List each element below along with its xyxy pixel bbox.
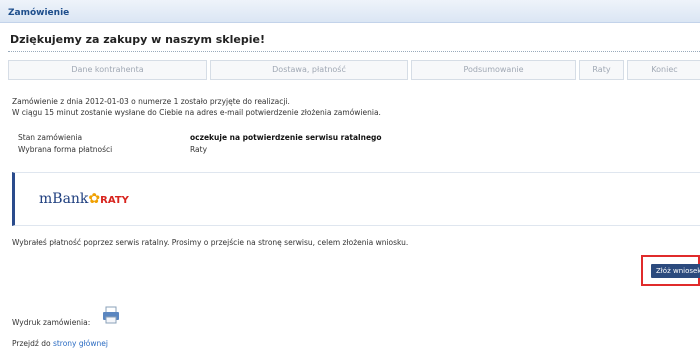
step-raty[interactable]: Raty bbox=[579, 60, 624, 80]
page-title: Dziękujemy za zakupy w naszym sklepie! bbox=[10, 33, 265, 46]
submit-highlight: Złóż wniosek bbox=[641, 255, 700, 286]
bank-panel: mBank✿RATY bbox=[12, 172, 700, 226]
installment-info: Wybrałeś płatność poprzez serwis ratalny… bbox=[12, 238, 409, 247]
status-label: Stan zamówienia bbox=[18, 133, 83, 142]
window-title: Zamówienie bbox=[8, 8, 70, 18]
mbank-raty-logo: mBank✿RATY bbox=[39, 191, 129, 207]
payment-value: Raty bbox=[190, 145, 208, 154]
divider bbox=[8, 51, 700, 52]
step-dane-kontrahenta[interactable]: Dane kontrahenta bbox=[8, 60, 207, 80]
print-label: Wydruk zamówienia: bbox=[12, 318, 91, 327]
confirmation-line-1: Zamówienie z dnia 2012-01-03 o numerze 1… bbox=[12, 97, 290, 106]
step-dostawa-platnosc[interactable]: Dostawa, płatność bbox=[210, 60, 408, 80]
printer-icon[interactable] bbox=[102, 306, 120, 324]
goto-prefix: Przejdź do bbox=[12, 339, 51, 348]
status-value: oczekuje na potwierdzenie serwisu rataln… bbox=[190, 133, 382, 142]
step-podsumowanie[interactable]: Podsumowanie bbox=[411, 60, 576, 80]
checkout-steps: Dane kontrahenta Dostawa, płatność Podsu… bbox=[8, 60, 700, 80]
goto-text: Przejdź do strony głównej bbox=[12, 339, 108, 348]
home-page-link[interactable]: strony głównej bbox=[53, 339, 108, 348]
step-koniec[interactable]: Koniec bbox=[627, 60, 700, 80]
confirmation-line-2: W ciągu 15 minut zostanie wysłane do Cie… bbox=[12, 108, 381, 117]
window-titlebar: Zamówienie bbox=[0, 0, 700, 23]
submit-application-button[interactable]: Złóż wniosek bbox=[651, 264, 700, 278]
payment-label: Wybrana forma płatności bbox=[18, 145, 113, 154]
